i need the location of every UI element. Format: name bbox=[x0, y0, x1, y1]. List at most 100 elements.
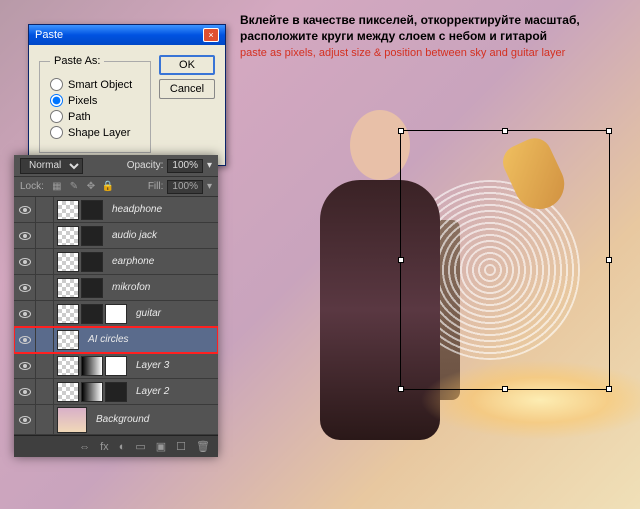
layer-link-col bbox=[36, 353, 54, 378]
visibility-toggle[interactable] bbox=[14, 197, 36, 222]
chevron-down-icon[interactable]: ▾ bbox=[207, 181, 212, 192]
mask-icon[interactable]: ◐ bbox=[119, 441, 126, 453]
layer-thumb[interactable] bbox=[81, 356, 103, 376]
visibility-toggle[interactable] bbox=[14, 405, 36, 434]
layer-row-ai-circles[interactable]: AI circles bbox=[14, 327, 218, 353]
trash-icon[interactable]: 🗑 bbox=[196, 440, 210, 453]
cancel-button[interactable]: Cancel bbox=[159, 79, 215, 99]
annotation-ru: Вклейте в качестве пикселей, откорректир… bbox=[240, 12, 624, 44]
layer-thumbs bbox=[54, 330, 82, 350]
layer-thumb[interactable] bbox=[81, 200, 103, 220]
layer-row-mikrofon[interactable]: mikrofon bbox=[14, 275, 218, 301]
transform-handle-tr[interactable] bbox=[606, 128, 612, 134]
transform-handle-tm[interactable] bbox=[502, 128, 508, 134]
layer-name[interactable]: mikrofon bbox=[106, 282, 150, 293]
layer-row-earphone[interactable]: earphone bbox=[14, 249, 218, 275]
opacity-value[interactable]: 100% bbox=[167, 159, 203, 173]
visibility-toggle[interactable] bbox=[14, 327, 36, 352]
layer-thumbs bbox=[54, 226, 106, 246]
visibility-toggle[interactable] bbox=[14, 353, 36, 378]
radio-pixels-input[interactable] bbox=[50, 94, 63, 107]
layer-thumb[interactable] bbox=[57, 278, 79, 298]
dialog-title: Paste bbox=[35, 29, 63, 41]
transform-handle-bl[interactable] bbox=[398, 386, 404, 392]
layer-link-col bbox=[36, 249, 54, 274]
layer-thumb[interactable] bbox=[81, 304, 103, 324]
ok-button[interactable]: OK bbox=[159, 55, 215, 75]
layer-name[interactable]: Background bbox=[90, 414, 149, 425]
visibility-toggle[interactable] bbox=[14, 301, 36, 326]
layer-row-layer-3[interactable]: Layer 3 bbox=[14, 353, 218, 379]
layer-thumb[interactable] bbox=[57, 382, 79, 402]
group-icon[interactable]: ▣ bbox=[156, 440, 166, 453]
transform-handle-ml[interactable] bbox=[398, 257, 404, 263]
layer-thumbs bbox=[54, 252, 106, 272]
layer-thumb[interactable] bbox=[57, 304, 79, 324]
close-icon[interactable]: × bbox=[203, 28, 219, 42]
new-layer-icon[interactable]: ☐ bbox=[176, 440, 186, 453]
chevron-down-icon[interactable]: ▾ bbox=[207, 160, 212, 171]
radio-shape-layer-input[interactable] bbox=[50, 126, 63, 139]
transform-handle-br[interactable] bbox=[606, 386, 612, 392]
lock-transparency-icon[interactable]: ▦ bbox=[50, 180, 64, 194]
adjustment-icon[interactable]: ▭ bbox=[135, 440, 145, 453]
layer-name[interactable]: headphone bbox=[106, 204, 162, 215]
blend-mode-select[interactable]: Normal bbox=[20, 158, 83, 174]
radio-smart-object-input[interactable] bbox=[50, 78, 63, 91]
radio-path[interactable]: Path bbox=[50, 110, 140, 123]
layer-link-col bbox=[36, 223, 54, 248]
layer-thumb[interactable] bbox=[105, 304, 127, 324]
radio-shape-layer[interactable]: Shape Layer bbox=[50, 126, 140, 139]
fx-icon[interactable]: fx bbox=[100, 441, 109, 453]
layer-thumb[interactable] bbox=[57, 200, 79, 220]
layer-name[interactable]: AI circles bbox=[82, 334, 129, 345]
lock-paint-icon[interactable]: ✎ bbox=[67, 180, 81, 194]
layer-thumb[interactable] bbox=[57, 252, 79, 272]
radio-pixels[interactable]: Pixels bbox=[50, 94, 140, 107]
dialog-titlebar[interactable]: Paste × bbox=[29, 25, 225, 45]
layer-name[interactable]: earphone bbox=[106, 256, 154, 267]
layer-name[interactable]: guitar bbox=[130, 308, 161, 319]
radio-path-input[interactable] bbox=[50, 110, 63, 123]
radio-smart-object[interactable]: Smart Object bbox=[50, 78, 140, 91]
layer-link-col bbox=[36, 379, 54, 404]
layer-row-layer-2[interactable]: Layer 2 bbox=[14, 379, 218, 405]
layer-thumb[interactable] bbox=[81, 226, 103, 246]
fieldset-legend: Paste As: bbox=[50, 55, 104, 67]
layer-thumb[interactable] bbox=[57, 356, 79, 376]
layer-name[interactable]: Layer 2 bbox=[130, 386, 169, 397]
layer-row-background[interactable]: Background bbox=[14, 405, 218, 435]
lock-position-icon[interactable]: ✥ bbox=[84, 180, 98, 194]
layer-thumbs bbox=[54, 200, 106, 220]
layer-thumb[interactable] bbox=[105, 382, 127, 402]
layer-thumbs bbox=[54, 407, 90, 433]
visibility-toggle[interactable] bbox=[14, 249, 36, 274]
fill-value[interactable]: 100% bbox=[167, 180, 203, 194]
layer-row-guitar[interactable]: guitar bbox=[14, 301, 218, 327]
layer-thumb[interactable] bbox=[57, 226, 79, 246]
transform-bounding-box[interactable] bbox=[400, 130, 610, 390]
layer-row-audio-jack[interactable]: audio jack bbox=[14, 223, 218, 249]
visibility-toggle[interactable] bbox=[14, 223, 36, 248]
layer-name[interactable]: audio jack bbox=[106, 230, 157, 241]
layer-thumb[interactable] bbox=[81, 252, 103, 272]
eye-icon bbox=[19, 232, 31, 240]
visibility-toggle[interactable] bbox=[14, 379, 36, 404]
layer-thumb[interactable] bbox=[81, 278, 103, 298]
transform-handle-mr[interactable] bbox=[606, 257, 612, 263]
layer-thumb[interactable] bbox=[57, 330, 79, 350]
lock-all-icon[interactable]: 🔒 bbox=[101, 180, 115, 194]
link-layers-icon[interactable]: ⇔ bbox=[79, 441, 90, 453]
layer-row-headphone[interactable]: headphone bbox=[14, 197, 218, 223]
visibility-toggle[interactable] bbox=[14, 275, 36, 300]
layer-thumb[interactable] bbox=[57, 407, 87, 433]
layer-thumb[interactable] bbox=[81, 382, 103, 402]
layer-thumbs bbox=[54, 278, 106, 298]
layer-thumb[interactable] bbox=[105, 356, 127, 376]
transform-handle-tl[interactable] bbox=[398, 128, 404, 134]
layer-link-col bbox=[36, 275, 54, 300]
layer-list: headphone audio jack earphone mikrofon guita… bbox=[14, 197, 218, 435]
transform-handle-bm[interactable] bbox=[502, 386, 508, 392]
layer-name[interactable]: Layer 3 bbox=[130, 360, 169, 371]
layer-link-col bbox=[36, 197, 54, 222]
